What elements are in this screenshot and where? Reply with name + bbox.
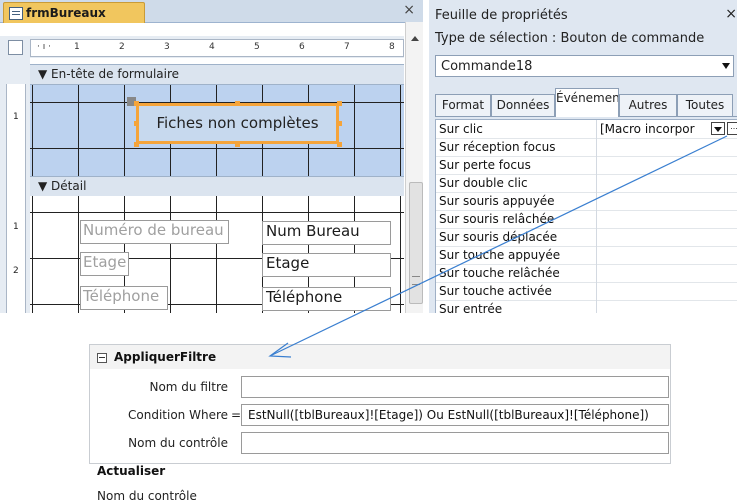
annotation-arrow xyxy=(268,135,728,358)
tab-evenement[interactable]: Événement xyxy=(555,88,619,117)
